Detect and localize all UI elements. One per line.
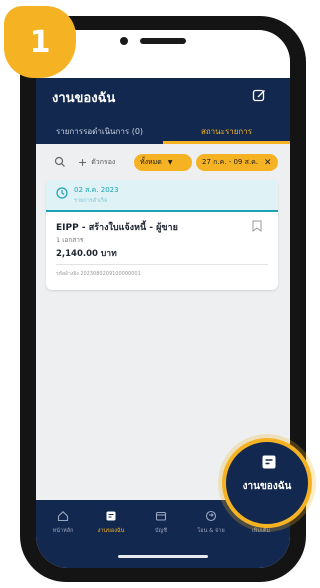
card-divider	[56, 264, 268, 265]
nav-item-account[interactable]: บัญชี	[138, 510, 184, 546]
account-icon	[155, 511, 167, 521]
filter-chip-all-label: ทั้งหมด	[140, 158, 162, 166]
home-indicator	[118, 555, 208, 558]
clock-icon	[56, 187, 68, 199]
filter-bar: + ตัวกรอง ทั้งหมด ▼ 27 ก.ค. - 09 ส.ค. ✕	[36, 144, 290, 184]
highlight-label: งานของฉัน	[242, 481, 292, 492]
transaction-card[interactable]: 02 ส.ค. 2023 รายการสำเร็จ EIPP - สร้างใบ…	[46, 180, 278, 290]
app-header: งานของฉัน รายการรอดำเนินการ (0) สถานะราย…	[36, 78, 290, 144]
card-amount: 2,140.00 บาท	[56, 249, 117, 259]
nav-item-my-work[interactable]: งานของฉัน	[88, 510, 134, 546]
plus-icon: +	[78, 155, 88, 169]
card-date: 02 ส.ค. 2023	[74, 186, 119, 194]
nav-label-home: หน้าหลัก	[52, 528, 74, 534]
camera-dot	[120, 37, 128, 45]
home-icon	[57, 511, 69, 522]
nav-item-transfer[interactable]: โอน & จ่าย	[188, 510, 234, 546]
my-work-icon	[106, 511, 116, 521]
filter-chip-all[interactable]: ทั้งหมด ▼	[134, 154, 192, 171]
card-status: รายการสำเร็จ	[74, 198, 108, 204]
my-work-highlight[interactable]: งานของฉัน	[222, 438, 312, 528]
nav-item-home[interactable]: หน้าหลัก	[40, 510, 86, 546]
edit-icon[interactable]	[252, 88, 266, 102]
speaker-notch	[140, 38, 186, 44]
page-title: งานของฉัน	[52, 91, 116, 106]
step-badge: 1	[4, 6, 76, 78]
add-filter-button[interactable]: + ตัวกรอง	[78, 154, 115, 170]
add-filter-label: ตัวกรอง	[91, 157, 116, 166]
filter-chip-date-label: 27 ก.ค. - 09 ส.ค.	[202, 158, 259, 166]
nav-label-account: บัญชี	[155, 528, 167, 534]
chevron-down-icon: ▼	[167, 159, 173, 166]
nav-label-transfer: โอน & จ่าย	[197, 528, 225, 534]
tab-bar: รายการรอดำเนินการ (0) สถานะรายการ	[36, 118, 290, 144]
nav-label-my-work: งานของฉัน	[97, 528, 125, 534]
card-reference: รหัสอ้างอิง 2023080209100000001	[56, 271, 141, 277]
step-number: 1	[29, 24, 51, 60]
close-icon[interactable]: ✕	[264, 158, 272, 168]
my-work-icon	[262, 455, 276, 469]
filter-chip-date[interactable]: 27 ก.ค. - 09 ส.ค. ✕	[196, 154, 278, 171]
search-icon[interactable]	[54, 156, 66, 168]
card-doc-count: 1 เอกสาร	[56, 236, 84, 244]
tab-pending[interactable]: รายการรอดำเนินการ (0)	[36, 118, 163, 144]
tab-status[interactable]: สถานะรายการ	[163, 118, 290, 144]
bookmark-icon[interactable]	[252, 220, 262, 232]
nav-label-more: เพิ่มเติม	[251, 528, 271, 534]
card-header: 02 ส.ค. 2023 รายการสำเร็จ	[46, 180, 278, 212]
card-title: EIPP - สร้างใบแจ้งหนี้ - ผู้ขาย	[56, 223, 178, 233]
transfer-icon	[205, 510, 217, 522]
